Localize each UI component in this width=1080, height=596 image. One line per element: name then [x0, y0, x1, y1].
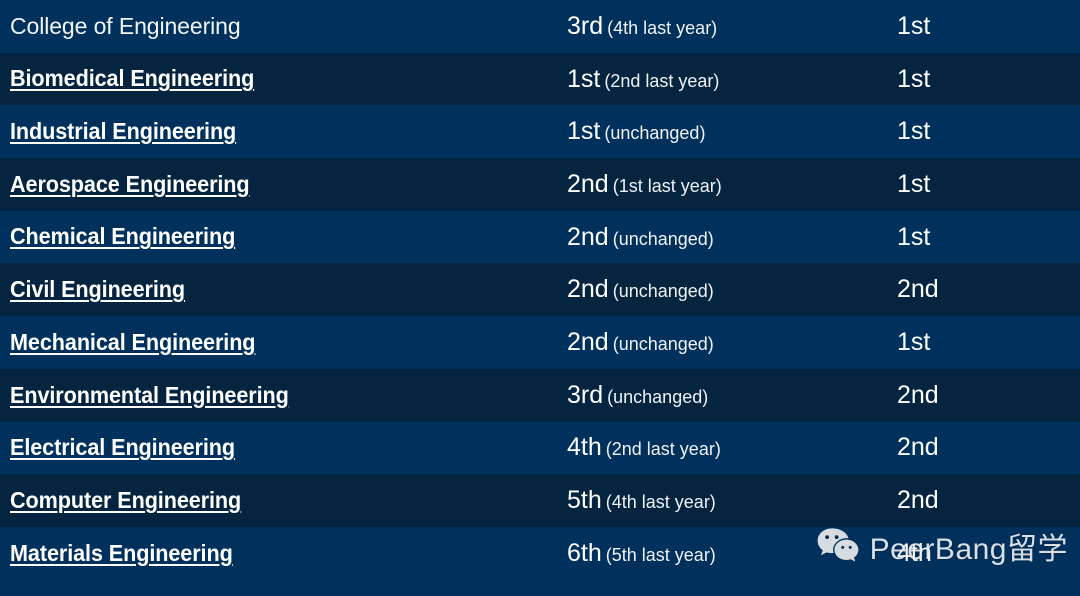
overall-rank-value: 2nd — [897, 275, 939, 304]
rank-change-note: (unchanged) — [612, 333, 714, 354]
overall-rank-value: 1st — [897, 64, 931, 93]
program-link[interactable]: Computer Engineering — [10, 488, 241, 513]
program-link[interactable]: Aerospace Engineering — [10, 172, 250, 197]
program-link[interactable]: Biomedical Engineering — [10, 66, 254, 91]
overall-rank-value: 1st — [897, 327, 931, 356]
rank-cell: 2nd (unchanged) — [567, 223, 897, 252]
rank-change-note: (unchanged) — [612, 281, 714, 302]
rankings-table: College of Engineering 3rd (4th last year)… — [0, 0, 1080, 596]
rank-value: 1st — [567, 64, 601, 93]
rank-value: 5th — [567, 486, 602, 515]
rank-value: 2nd — [567, 327, 609, 356]
program-cell: College of Engineering — [0, 14, 567, 39]
rank-cell: 1st (2nd last year) — [567, 65, 897, 94]
overall-rank-cell: 1st — [897, 117, 1080, 146]
overall-rank-value: 2nd — [897, 380, 939, 409]
program-link[interactable]: Materials Engineering — [10, 541, 233, 566]
program-cell: Aerospace Engineering — [0, 172, 567, 197]
table-row: Environmental Engineering 3rd (unchanged) 2… — [0, 368, 1080, 422]
program-link[interactable]: Electrical Engineering — [10, 435, 235, 460]
rank-value: 1st — [567, 117, 601, 146]
table-row: Mechanical Engineering 2nd (unchanged) 1st — [0, 316, 1080, 369]
rank-change-note: (5th last year) — [605, 544, 716, 565]
rank-value: 2nd — [567, 222, 609, 251]
program-cell: Electrical Engineering — [0, 435, 567, 460]
rank-cell: 3rd (4th last year) — [567, 12, 897, 41]
table-row: Materials Engineering 6th (5th last year) 4… — [0, 526, 1080, 580]
program-cell: Environmental Engineering — [0, 383, 567, 408]
program-cell: Computer Engineering — [0, 488, 567, 513]
rank-cell: 6th (5th last year) — [567, 539, 897, 568]
overall-rank-value: 1st — [897, 222, 931, 251]
rank-change-note: (1st last year) — [612, 175, 722, 196]
rank-cell: 2nd (1st last year) — [567, 170, 897, 199]
program-label: College of Engineering — [10, 13, 241, 39]
table-row: Computer Engineering 5th (4th last year) 2n… — [0, 474, 1080, 527]
overall-rank-cell: 2nd — [897, 381, 1080, 410]
overall-rank-cell: 1st — [897, 328, 1080, 357]
program-cell: Materials Engineering — [0, 541, 567, 566]
overall-rank-cell: 1st — [897, 65, 1080, 94]
rank-change-note: (unchanged) — [604, 123, 706, 144]
overall-rank-cell: 2nd — [897, 275, 1080, 304]
rank-change-note: (4th last year) — [607, 17, 718, 38]
overall-rank-value: 2nd — [897, 486, 939, 515]
rank-cell: 1st (unchanged) — [567, 117, 897, 146]
program-link[interactable]: Industrial Engineering — [10, 119, 236, 144]
rank-cell: 2nd (unchanged) — [567, 328, 897, 357]
rank-cell: 5th (4th last year) — [567, 486, 897, 515]
overall-rank-cell: 4th — [897, 539, 1080, 568]
program-cell: Mechanical Engineering — [0, 330, 567, 355]
program-link[interactable]: Environmental Engineering — [10, 383, 289, 408]
overall-rank-cell: 1st — [897, 170, 1080, 199]
rank-change-note: (unchanged) — [607, 386, 709, 407]
overall-rank-value: 1st — [897, 169, 931, 198]
rank-value: 3rd — [567, 11, 604, 40]
rank-change-note: (unchanged) — [612, 228, 714, 249]
program-cell: Industrial Engineering — [0, 119, 567, 144]
table-row: Industrial Engineering 1st (unchanged) 1st — [0, 105, 1080, 159]
overall-rank-value: 1st — [897, 11, 931, 40]
program-cell: Biomedical Engineering — [0, 66, 567, 91]
overall-rank-cell: 2nd — [897, 486, 1080, 515]
table-row: Electrical Engineering 4th (2nd last year)… — [0, 421, 1080, 475]
table-row: Chemical Engineering 2nd (unchanged) 1st — [0, 210, 1080, 264]
program-link[interactable]: Chemical Engineering — [10, 224, 235, 249]
rank-cell: 3rd (unchanged) — [567, 381, 897, 410]
rank-change-note: (2nd last year) — [604, 70, 720, 91]
table-row: Aerospace Engineering 2nd (1st last year) 1… — [0, 158, 1080, 211]
rank-value: 3rd — [567, 380, 604, 409]
table-row: Civil Engineering 2nd (unchanged) 2nd — [0, 263, 1080, 317]
rank-value: 6th — [567, 538, 602, 567]
overall-rank-cell: 2nd — [897, 433, 1080, 462]
rank-value: 4th — [567, 433, 602, 462]
overall-rank-value: 4th — [897, 538, 932, 567]
program-cell: Chemical Engineering — [0, 224, 567, 249]
overall-rank-cell: 1st — [897, 12, 1080, 41]
table-row: College of Engineering 3rd (4th last year)… — [0, 0, 1080, 53]
overall-rank-value: 1st — [897, 117, 931, 146]
program-cell: Civil Engineering — [0, 277, 567, 302]
rank-cell: 4th (2nd last year) — [567, 433, 897, 462]
rank-value: 2nd — [567, 275, 609, 304]
table-body: College of Engineering 3rd (4th last year)… — [0, 0, 1080, 580]
table-row: Biomedical Engineering 1st (2nd last year)… — [0, 52, 1080, 106]
program-link[interactable]: Mechanical Engineering — [10, 330, 256, 355]
rank-change-note: (4th last year) — [605, 492, 716, 513]
overall-rank-value: 2nd — [897, 433, 939, 462]
overall-rank-cell: 1st — [897, 223, 1080, 252]
rank-cell: 2nd (unchanged) — [567, 275, 897, 304]
rank-change-note: (2nd last year) — [605, 439, 721, 460]
program-link[interactable]: Civil Engineering — [10, 277, 185, 302]
rank-value: 2nd — [567, 169, 609, 198]
